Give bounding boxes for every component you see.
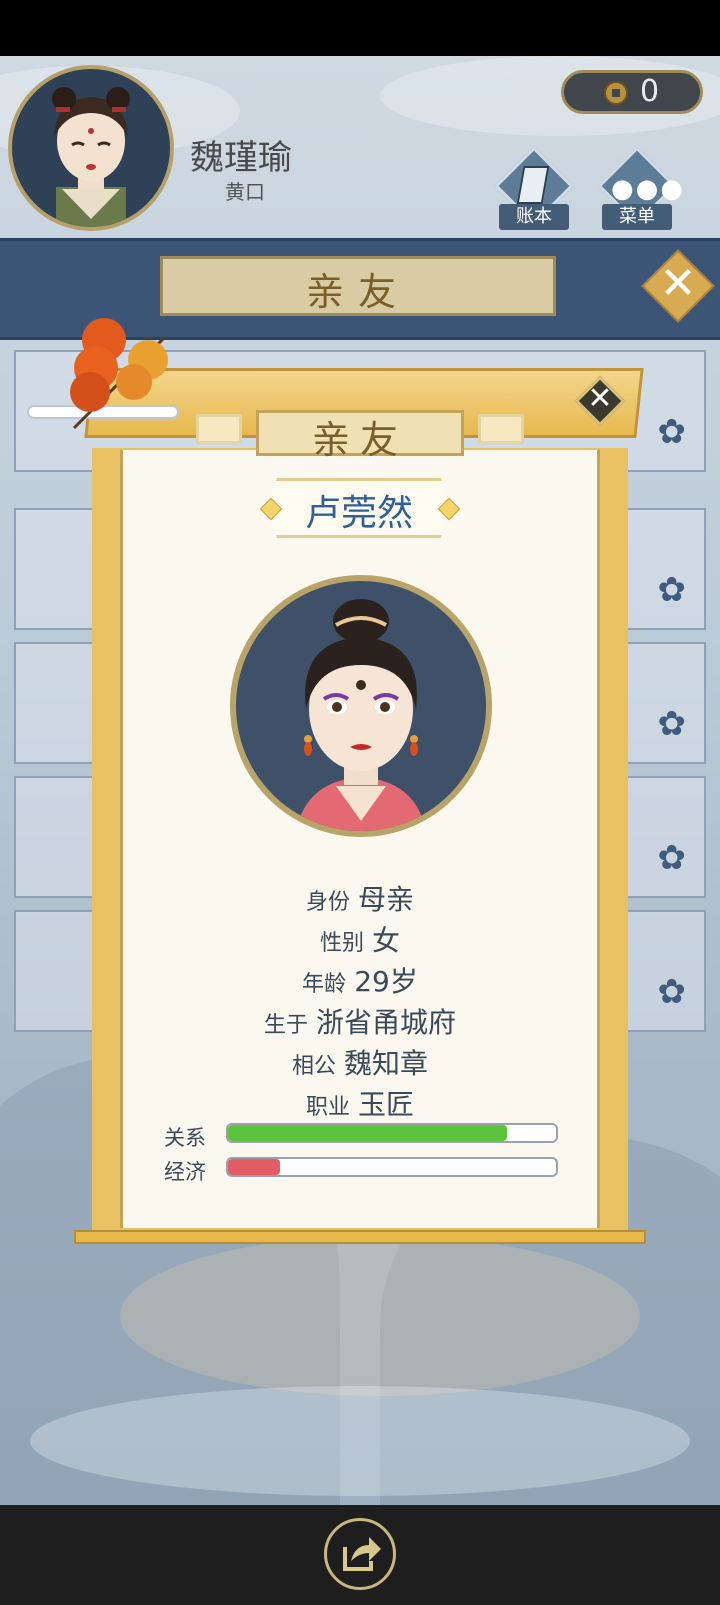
relationship-label: 关系 — [164, 1126, 206, 1150]
info-key: 性别 — [319, 931, 364, 956]
share-icon — [343, 1537, 381, 1571]
info-value: 魏知章 — [344, 1047, 429, 1080]
info-value: 29岁 — [354, 965, 418, 998]
flower-icon: ✿ — [657, 972, 687, 1012]
info-gender: 性别女 — [120, 919, 600, 959]
relationship-bar — [226, 1123, 558, 1143]
tab-ornament-right — [478, 414, 524, 444]
info-value: 浙省甬城府 — [316, 1006, 457, 1039]
player-title: 黄口 — [225, 180, 265, 204]
info-value: 女 — [372, 924, 401, 957]
info-spouse: 相公 魏知章 — [120, 1042, 600, 1082]
close-icon: ✕ — [587, 381, 613, 416]
flower-icon: ✿ — [657, 412, 687, 452]
modal-title: 亲友 — [311, 418, 408, 462]
character-portrait — [230, 575, 492, 837]
info-value: 母亲 — [358, 883, 415, 916]
friends-panel-title: 亲友 — [305, 270, 410, 314]
info-key: 职业 — [305, 1095, 350, 1120]
info-key: 年龄 — [302, 972, 347, 997]
relationship-bar-fill — [228, 1125, 507, 1141]
info-key: 身份 — [305, 890, 350, 915]
ledger-label: 账本 — [499, 204, 569, 230]
flower-icon: ✿ — [657, 838, 687, 878]
flower-icon: ✿ — [657, 570, 687, 610]
flower-icon: ✿ — [657, 704, 687, 744]
economy-label: 经济 — [164, 1160, 206, 1184]
player-name: 魏瑾瑜 — [190, 138, 292, 178]
info-birthplace: 生于 浙省甬城府 — [120, 1001, 600, 1041]
coin-value: 0 — [640, 74, 660, 109]
info-age: 年龄 29岁 — [120, 960, 600, 1000]
economy-bar-fill — [228, 1159, 281, 1175]
close-icon: ✕ — [659, 258, 697, 309]
coin-counter[interactable] — [561, 70, 703, 114]
modal-scroll-bottom — [74, 1230, 646, 1244]
candied-haws-decoration — [27, 318, 179, 430]
coin-icon — [604, 81, 628, 105]
info-key: 相公 — [291, 1054, 336, 1079]
share-button[interactable] — [324, 1518, 396, 1590]
economy-bar — [226, 1157, 558, 1177]
info-occupation: 职业 玉匠 — [120, 1083, 600, 1123]
more-dots-icon: ●●● — [611, 174, 686, 204]
menu-label: 菜单 — [602, 204, 672, 230]
info-value: 玉匠 — [358, 1088, 415, 1121]
character-name: 卢莞然 — [304, 493, 413, 534]
info-identity: 身份 母亲 — [120, 878, 600, 918]
player-avatar[interactable] — [8, 65, 174, 231]
info-key: 生于 — [263, 1013, 308, 1038]
